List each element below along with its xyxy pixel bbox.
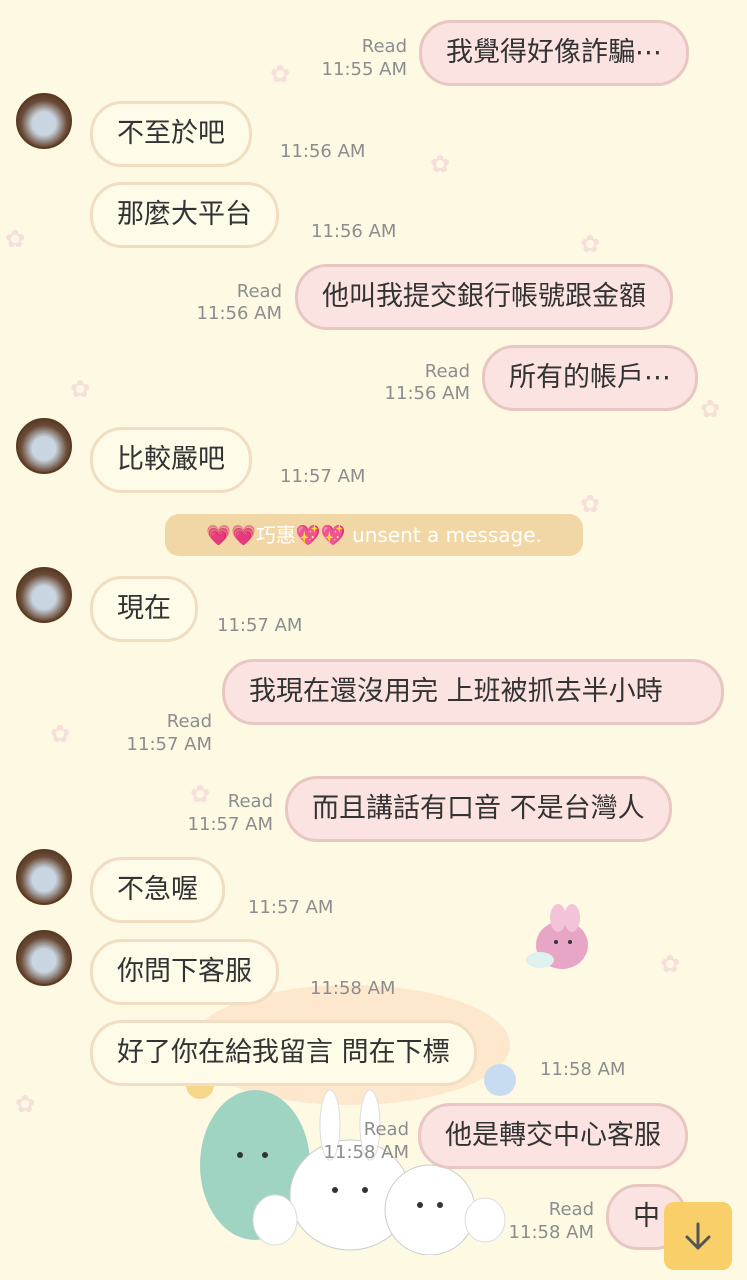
flower-decoration: ✿ [190, 780, 211, 808]
read-receipt: Read [363, 1119, 409, 1140]
timestamp: 11:56 AM [311, 221, 397, 242]
incoming-message-bubble[interactable]: 不急喔 [90, 857, 225, 923]
read-receipt: Read [227, 791, 273, 812]
outgoing-message-bubble[interactable]: 而且講話有口音 不是台灣人 [285, 776, 672, 842]
flower-decoration: ✿ [580, 490, 601, 518]
flower-decoration: ✿ [430, 150, 451, 178]
incoming-message-bubble[interactable]: 那麼大平台 [90, 182, 279, 248]
outgoing-message-bubble[interactable]: 我覺得好像詐騙⋯ [419, 20, 689, 86]
timestamp: 11:57 AM [217, 615, 303, 636]
incoming-message-bubble[interactable]: 現在 [90, 576, 198, 642]
flower-decoration: ✿ [660, 950, 681, 978]
outgoing-message-bubble[interactable]: 所有的帳戶⋯ [482, 345, 698, 411]
read-receipt: Read [166, 711, 212, 732]
incoming-message-bubble[interactable]: 好了你在給我留言 問在下標 [90, 1020, 477, 1086]
unsent-message-notice: 💗💗巧惠💖💖 unsent a message. [165, 514, 583, 556]
read-receipt: Read [361, 36, 407, 57]
timestamp: 11:57 AM [126, 734, 212, 755]
incoming-message-bubble[interactable]: 不至於吧 [90, 101, 252, 167]
flower-decoration: ✿ [5, 225, 26, 253]
flower-decoration: ✿ [70, 375, 91, 403]
scroll-to-bottom-button[interactable] [664, 1202, 732, 1270]
timestamp: 11:57 AM [248, 897, 334, 918]
timestamp: 11:58 AM [540, 1059, 626, 1080]
timestamp: 11:57 AM [280, 466, 366, 487]
contact-avatar[interactable] [16, 567, 72, 623]
timestamp: 11:57 AM [187, 814, 273, 835]
contact-avatar[interactable] [16, 930, 72, 986]
flower-decoration: ✿ [15, 1090, 36, 1118]
contact-avatar[interactable] [16, 849, 72, 905]
arrow-down-icon [685, 1222, 711, 1250]
outgoing-message-bubble[interactable]: 我現在還沒用完 上班被抓去半小時 [222, 659, 724, 725]
contact-avatar[interactable] [16, 93, 72, 149]
timestamp: 11:56 AM [280, 141, 366, 162]
read-receipt: Read [424, 361, 470, 382]
timestamp: 11:56 AM [384, 383, 470, 404]
outgoing-message-bubble[interactable]: 他是轉交中心客服 [418, 1103, 688, 1169]
timestamp: 11:58 AM [323, 1142, 409, 1163]
incoming-message-bubble[interactable]: 你問下客服 [90, 939, 279, 1005]
flower-decoration: ✿ [270, 60, 291, 88]
outgoing-message-bubble[interactable]: 他叫我提交銀行帳號跟金額 [295, 264, 673, 330]
flower-decoration: ✿ [50, 720, 71, 748]
flower-decoration: ✿ [700, 395, 721, 423]
timestamp: 11:58 AM [508, 1222, 594, 1243]
contact-avatar[interactable] [16, 418, 72, 474]
chat-background: ✿ ✿ ✿ ✿ ✿ ✿ ✿ ✿ ✿ ✿ ✿ Read 11:55 AM 我覺得好… [0, 0, 747, 1280]
timestamp: 11:55 AM [321, 59, 407, 80]
flower-decoration: ✿ [580, 230, 601, 258]
timestamp: 11:56 AM [196, 303, 282, 324]
read-receipt: Read [548, 1199, 594, 1220]
incoming-message-bubble[interactable]: 比較嚴吧 [90, 427, 252, 493]
timestamp: 11:58 AM [310, 978, 396, 999]
read-receipt: Read [236, 281, 282, 302]
